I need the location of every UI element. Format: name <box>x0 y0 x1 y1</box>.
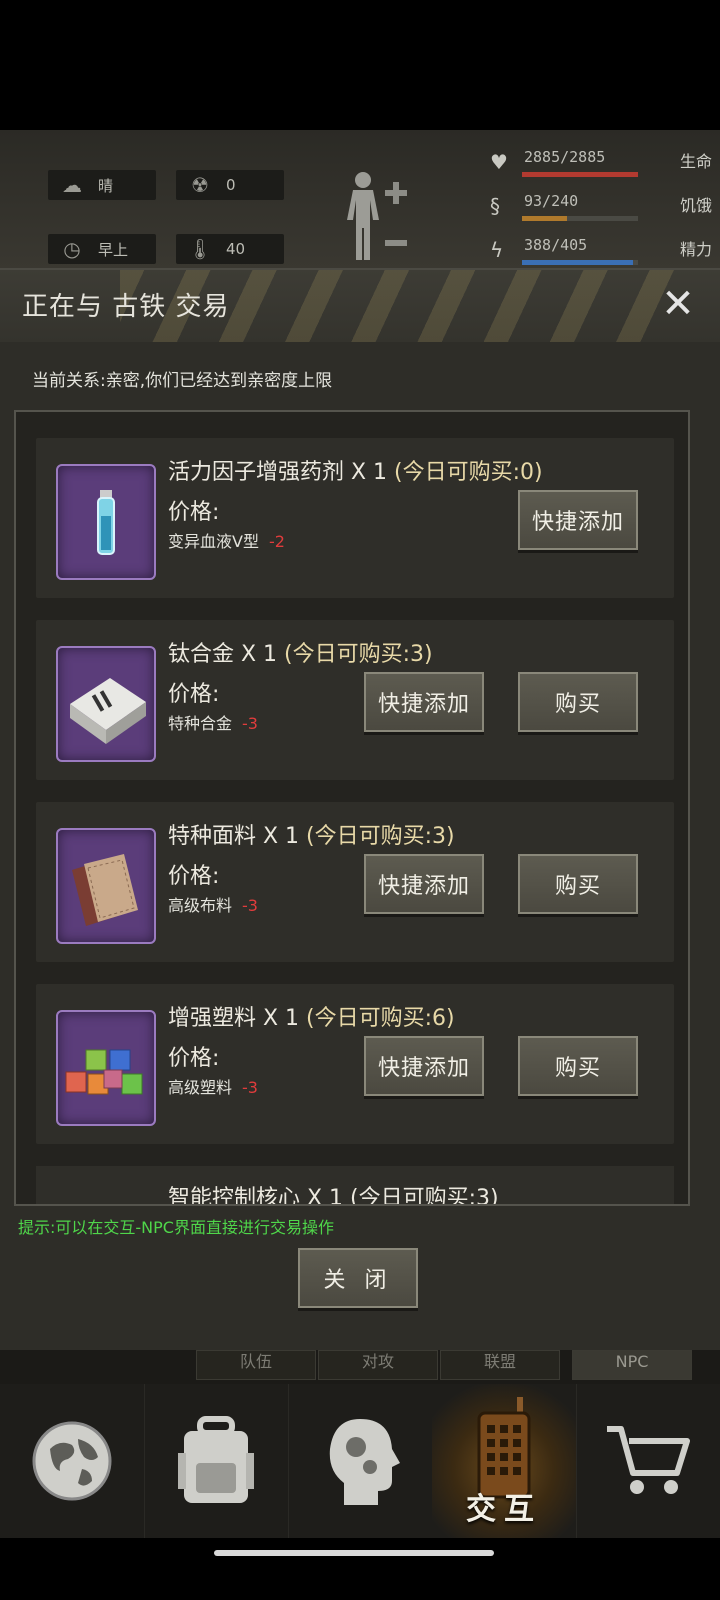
item-name: 钛合金 X 1 (今日可购买:3) <box>168 642 433 667</box>
relation-status: 当前关系:亲密,你们已经达到亲密度上限 <box>32 371 333 391</box>
nav-world[interactable] <box>0 1384 145 1538</box>
health-bar <box>522 172 638 177</box>
clock-icon: ◷ <box>63 237 81 261</box>
home-indicator[interactable] <box>214 1550 494 1556</box>
trade-item: 增强塑料 X 1 (今日可购买:6) 价格: 高级塑料 -3 快捷添加 购买 <box>36 984 674 1144</box>
quick-add-button[interactable]: 快捷添加 <box>364 1036 484 1096</box>
radiation-value: 0 <box>226 176 236 194</box>
sub-tab-bar: 队伍 对攻 联盟 NPC <box>0 1350 720 1384</box>
radiation-icon: ☢ <box>191 173 209 197</box>
backpack-icon <box>178 1416 254 1503</box>
health-stat: ♥ 2885/2885 生命 <box>490 148 712 182</box>
trade-dialog: 正在与 古铁 交易 ✕ 当前关系:亲密,你们已经达到亲密度上限 活力因子增强药剂… <box>0 268 720 1352</box>
hunger-value: 93/240 <box>524 192 579 210</box>
time-indicator: ◷ 早上 <box>48 234 156 264</box>
trade-item: 活力因子增强药剂 X 1 (今日可购买:0) 价格: 变异血液Ⅴ型 -2 快捷添加 <box>36 438 674 598</box>
purchase-limit: (今日可购买:3) <box>277 642 433 667</box>
price-label: 价格: <box>168 682 220 707</box>
shopping-cart-icon <box>607 1426 690 1494</box>
hint-text: 提示:可以在交互-NPC界面直接进行交易操作 <box>18 1218 334 1237</box>
health-value: 2885/2885 <box>524 148 606 166</box>
temperature-indicator: 🌡 40 <box>176 234 284 264</box>
energy-stat: ϟ 388/405 精力 <box>490 236 712 270</box>
body-status-icon[interactable] <box>345 168 415 268</box>
buy-button[interactable]: 购买 <box>518 672 638 732</box>
tab-npc[interactable]: NPC <box>572 1350 692 1380</box>
trade-item: 智能控制核心 X 1 (今日可购买:3) <box>36 1166 674 1206</box>
cost-amount: -2 <box>268 532 285 551</box>
alloy-ingot-icon <box>56 646 156 762</box>
tab-duel[interactable]: 对攻 <box>318 1350 438 1380</box>
energy-label: 精力 <box>679 240 712 259</box>
close-button[interactable]: 关 闭 <box>298 1248 418 1308</box>
buy-button[interactable]: 购买 <box>518 854 638 914</box>
energy-value: 388/405 <box>524 236 588 254</box>
cost-amount: -3 <box>242 1078 258 1097</box>
item-name: 智能控制核心 X 1 (今日可购买:3) <box>168 1186 499 1206</box>
heart-pulse-icon: ♥ <box>490 150 508 174</box>
quick-add-button[interactable]: 快捷添加 <box>364 854 484 914</box>
quick-add-button[interactable]: 快捷添加 <box>364 672 484 732</box>
temperature-value: 40 <box>226 240 246 258</box>
thermometer-icon: 🌡 <box>187 237 213 261</box>
item-name: 特种面料 X 1 (今日可购买:3) <box>168 824 455 849</box>
trade-item-list[interactable]: 活力因子增强药剂 X 1 (今日可购买:0) 价格: 变异血液Ⅴ型 -2 快捷添加… <box>14 410 690 1206</box>
trade-item: 钛合金 X 1 (今日可购买:3) 价格: 特种合金 -3 快捷添加 购买 <box>36 620 674 780</box>
item-cost: 高级布料 -3 <box>168 896 258 915</box>
nav-interact[interactable]: 交互 <box>432 1384 577 1538</box>
trade-item: 特种面料 X 1 (今日可购买:3) 价格: 高级布料 -3 快捷添加 购买 <box>36 802 674 962</box>
head-gears-icon <box>329 1419 400 1505</box>
cost-amount: -3 <box>242 714 258 733</box>
item-name: 增强塑料 X 1 (今日可购买:6) <box>168 1006 455 1031</box>
item-name: 活力因子增强药剂 X 1 (今日可购买:0) <box>168 460 543 485</box>
tab-alliance[interactable]: 联盟 <box>440 1350 560 1380</box>
item-cost: 特种合金 -3 <box>168 714 258 733</box>
radiation-indicator: ☢ 0 <box>176 170 284 200</box>
bottom-nav: 交互 <box>0 1384 720 1538</box>
vial-icon <box>56 464 156 580</box>
hunger-stat: § 93/240 饥饿 <box>490 192 712 226</box>
purchase-limit: (今日可购买:6) <box>299 1006 455 1031</box>
cost-amount: -3 <box>242 896 258 915</box>
price-label: 价格: <box>168 1046 220 1071</box>
energy-bar <box>522 260 638 265</box>
quick-add-button[interactable]: 快捷添加 <box>518 490 638 550</box>
nav-interact-label: 交互 <box>466 1492 542 1527</box>
weather-value: 晴 <box>98 176 114 195</box>
hunger-label: 饥饿 <box>679 196 712 215</box>
item-cost: 高级塑料 -3 <box>168 1078 258 1097</box>
dialog-title: 正在与 古铁 交易 <box>22 292 230 322</box>
dialog-header: 正在与 古铁 交易 ✕ <box>0 270 720 342</box>
buy-button[interactable]: 购买 <box>518 1036 638 1096</box>
plastic-blocks-icon <box>56 1010 156 1126</box>
nav-backpack[interactable] <box>144 1384 289 1538</box>
nav-skills[interactable] <box>288 1384 433 1538</box>
energy-icon: ϟ <box>490 238 504 262</box>
time-value: 早上 <box>98 240 129 259</box>
weather-indicator: ☁ 晴 <box>48 170 156 200</box>
cloud-sun-icon: ☁ <box>62 173 82 197</box>
close-icon[interactable]: ✕ <box>656 282 700 326</box>
tab-team[interactable]: 队伍 <box>196 1350 316 1380</box>
hunger-bar <box>522 216 638 221</box>
price-label: 价格: <box>168 864 220 889</box>
fabric-icon <box>56 828 156 944</box>
purchase-limit: (今日可购买:0) <box>387 460 543 485</box>
item-cost: 变异血液Ⅴ型 -2 <box>168 532 285 551</box>
health-label: 生命 <box>679 152 712 171</box>
nav-shop[interactable] <box>576 1384 720 1538</box>
globe-icon <box>32 1421 112 1501</box>
purchase-limit: (今日可购买:3) <box>299 824 455 849</box>
price-label: 价格: <box>168 500 220 525</box>
stomach-icon: § <box>490 194 500 218</box>
